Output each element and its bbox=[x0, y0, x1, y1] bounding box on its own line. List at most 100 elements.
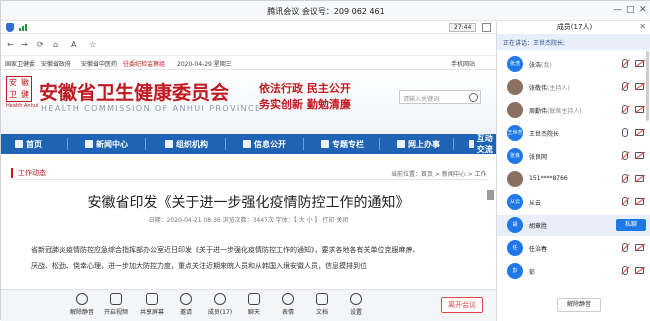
member-tag: (我) bbox=[541, 62, 552, 69]
maximize-button[interactable]: □ bbox=[626, 5, 635, 15]
page-date: 2020-04-29 星期三 bbox=[177, 61, 232, 68]
avatar: 王世杰 bbox=[507, 125, 523, 141]
forward-icon[interactable]: → bbox=[21, 40, 28, 49]
member-name: 张浩 bbox=[529, 62, 542, 69]
member-name: 任治春 bbox=[529, 246, 548, 253]
menu-organization[interactable]: 组织机构 bbox=[165, 134, 208, 154]
page-scroll-indicator[interactable] bbox=[487, 190, 494, 200]
camera-off-icon[interactable] bbox=[635, 244, 644, 251]
members-panel: 成员(17人) ✕ 正在讲话：王世杰院长; 张浩 张浩(我) 张敬伟(主持人) … bbox=[496, 21, 650, 321]
bookmark-ah-gov[interactable]: 安徽省政府 bbox=[41, 59, 71, 68]
slogan-line-2: 务实创新 勤勉清廉 bbox=[259, 98, 351, 111]
bookmark-ah-tcm[interactable]: 安徽省中医药 bbox=[81, 59, 117, 68]
camera-off-icon[interactable] bbox=[635, 60, 644, 67]
member-row-selected[interactable]: 胡 胡章胜 私聊 bbox=[497, 215, 650, 236]
refresh-icon[interactable]: ⟳ bbox=[37, 40, 44, 49]
member-name: 彭 bbox=[529, 269, 536, 276]
article-meta: 日期：2020-04-21 08:36 浏览次数：3447次 字体：【 大 小 … bbox=[148, 217, 349, 224]
start-video-button[interactable]: 开启视频 bbox=[99, 293, 133, 316]
unmute-button[interactable]: 解除静音 bbox=[65, 293, 99, 316]
leave-meeting-button[interactable]: 离开会议 bbox=[441, 297, 483, 313]
font-icon[interactable]: A bbox=[71, 40, 76, 49]
favorite-star-icon[interactable]: ☆ bbox=[89, 40, 96, 49]
invite-button[interactable]: 邀请 bbox=[169, 293, 203, 316]
mic-off-icon[interactable] bbox=[622, 105, 628, 114]
home-icon[interactable]: ⌂ bbox=[53, 40, 58, 49]
home-icon bbox=[15, 140, 23, 148]
topic-icon bbox=[321, 140, 329, 148]
member-row[interactable]: 张良 张良网 bbox=[497, 146, 650, 167]
camera-off-icon[interactable] bbox=[635, 267, 644, 274]
camera-off-icon[interactable] bbox=[635, 83, 644, 90]
window-title: 腾讯会议 会议号：209 062 461 bbox=[267, 7, 385, 16]
member-row[interactable]: 王世杰 王世杰院长 bbox=[497, 123, 650, 144]
menu-special[interactable]: 专题专栏 bbox=[321, 134, 364, 154]
camera-off-icon[interactable] bbox=[635, 198, 644, 205]
mobile-site-link[interactable]: 手机网站 bbox=[451, 59, 475, 68]
mic-off-icon[interactable] bbox=[622, 243, 628, 252]
info-icon bbox=[243, 140, 251, 148]
mic-off-icon[interactable] bbox=[622, 151, 628, 160]
close-icon[interactable]: ✕ bbox=[639, 22, 646, 31]
member-name: 周勤伟 bbox=[529, 108, 548, 115]
meeting-window: 腾讯会议 会议号：209 062 461 — □ ✕ 27:44 ← → ⟳ ⌂… bbox=[0, 0, 650, 321]
member-name: 张敬伟 bbox=[529, 85, 548, 92]
member-name: 151****8766 bbox=[529, 175, 568, 182]
bookmark-nhc[interactable]: 国家卫健委 bbox=[5, 59, 35, 68]
share-screen-button[interactable]: 共享屏幕 bbox=[135, 293, 169, 316]
member-row[interactable]: 彭 彭 bbox=[497, 261, 650, 282]
document-button[interactable]: 文档 bbox=[305, 293, 339, 316]
minimize-button[interactable]: — bbox=[613, 5, 622, 15]
article-title: 安徽省印发《关于进一步强化疫情防控工作的通知》 bbox=[87, 195, 410, 211]
interaction-icon bbox=[469, 140, 474, 148]
private-chat-button[interactable]: 私聊 bbox=[616, 219, 646, 231]
camera-off-icon[interactable] bbox=[635, 129, 644, 136]
mic-off-icon[interactable] bbox=[622, 59, 628, 68]
mic-off-icon[interactable] bbox=[622, 197, 628, 206]
main-menu: 首页 新闻中心 组织机构 信息公开 专题专栏 网上办事 互动交流 bbox=[1, 134, 496, 154]
member-row[interactable]: 张敬伟(主持人) bbox=[497, 77, 650, 98]
meeting-info-strip: 27:44 bbox=[1, 21, 496, 34]
site-search-input[interactable]: 请输入关键词 bbox=[399, 90, 481, 104]
security-shield-icon[interactable] bbox=[6, 23, 14, 32]
menu-interaction[interactable]: 互动交流 bbox=[469, 134, 496, 154]
members-button[interactable]: 成员(17) bbox=[203, 293, 237, 316]
shared-screen: ← → ⟳ ⌂ A ☆ 国家卫健委 安徽省政府 安徽省中医药 驻委纪检监察组 2… bbox=[1, 34, 496, 289]
menu-news[interactable]: 新闻中心 bbox=[85, 134, 128, 154]
invite-icon bbox=[180, 293, 192, 305]
mic-off-icon[interactable] bbox=[622, 174, 628, 183]
article-body-line: 省新冠肺炎疫情防控应急综合指挥部办公室近日印发《关于进一步强化疫情防控工作的通知… bbox=[31, 246, 420, 254]
back-icon[interactable]: ← bbox=[7, 40, 14, 49]
menu-disclosure[interactable]: 信息公开 bbox=[243, 134, 286, 154]
mic-off-icon[interactable] bbox=[622, 82, 628, 91]
site-logo[interactable]: 安徽 卫健 bbox=[6, 76, 32, 102]
bookmark-discipline[interactable]: 驻委纪检监察组 bbox=[123, 59, 165, 68]
breadcrumb: 工作动态 当前位置：首页 > 新闻中心 > 工作 bbox=[11, 166, 487, 180]
member-row[interactable]: 张浩 张浩(我) bbox=[497, 54, 650, 75]
member-row[interactable]: 从云 从云 bbox=[497, 192, 650, 213]
screen-share-icon bbox=[146, 293, 158, 305]
member-row[interactable]: 151****8766 bbox=[497, 169, 650, 190]
camera-off-icon[interactable] bbox=[635, 175, 644, 182]
menu-online-service[interactable]: 网上办事 bbox=[397, 134, 440, 154]
mic-off-icon[interactable] bbox=[622, 266, 628, 275]
menu-home[interactable]: 首页 bbox=[15, 134, 42, 154]
settings-button[interactable]: 设置 bbox=[339, 293, 373, 316]
chat-button[interactable]: 聊天 bbox=[237, 293, 271, 316]
emoji-button[interactable]: 表情 bbox=[271, 293, 305, 316]
camera-off-icon[interactable] bbox=[635, 106, 644, 113]
breadcrumb-path[interactable]: 当前位置：首页 > 新闻中心 > 工作 bbox=[391, 169, 487, 178]
fullscreen-icon[interactable] bbox=[482, 23, 491, 32]
emoji-icon bbox=[282, 293, 294, 305]
search-icon[interactable] bbox=[469, 93, 478, 102]
chat-icon bbox=[248, 293, 260, 305]
unmute-all-button[interactable]: 解除静音 bbox=[557, 298, 601, 312]
member-name: 胡章胜 bbox=[529, 223, 548, 230]
site-name: 安徽省卫生健康委员会 bbox=[39, 82, 230, 104]
member-row[interactable]: 周勤伟(联席主持人) bbox=[497, 100, 650, 121]
camera-off-icon[interactable] bbox=[635, 152, 644, 159]
screen-share-icon[interactable] bbox=[622, 128, 628, 137]
close-button[interactable]: ✕ bbox=[639, 5, 647, 15]
member-row[interactable]: 任 任治春 bbox=[497, 238, 650, 259]
network-signal-icon[interactable] bbox=[19, 24, 27, 31]
